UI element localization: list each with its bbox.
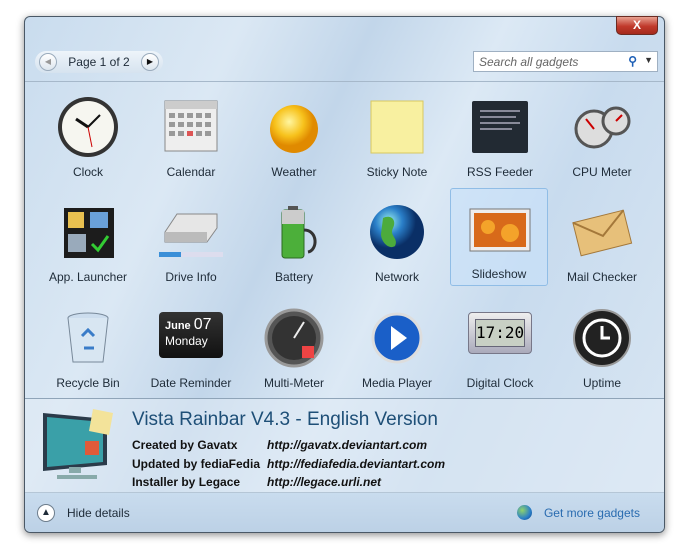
- gadget-drive-info[interactable]: Drive Info: [142, 192, 240, 290]
- search-placeholder: Search all gadgets: [479, 55, 579, 69]
- day-text: 07: [193, 316, 212, 333]
- gadget-label: Calendar: [166, 165, 216, 179]
- gadget-cpu-meter[interactable]: CPU Meter: [553, 87, 651, 185]
- credit-label: Installer by Legace: [132, 475, 241, 489]
- gadget-network[interactable]: Network: [348, 192, 446, 290]
- details-pane: Vista Rainbar V4.3 - English Version Cre…: [25, 398, 664, 494]
- credit-url: http://legace.urli.net: [267, 475, 382, 489]
- gadget-uptime[interactable]: Uptime: [553, 298, 651, 396]
- gadget-label: Media Player: [361, 376, 433, 390]
- credit-url: http://fediafedia.deviantart.com: [267, 457, 446, 471]
- chevron-up-icon: ▲: [37, 504, 55, 522]
- envelope-icon: [572, 209, 633, 257]
- gadget-grid: Clock Calendar Weather Sticky Note RSS F…: [25, 81, 664, 399]
- gadget-calendar[interactable]: Calendar: [142, 87, 240, 185]
- gadget-label: Network: [374, 270, 419, 284]
- weekday-text: Monday: [165, 334, 208, 348]
- multi-meter-icon: [264, 308, 324, 368]
- gadget-label: Digital Clock: [466, 376, 534, 390]
- sticky-note-icon: [370, 100, 424, 154]
- gadget-media-player[interactable]: Media Player: [348, 298, 446, 396]
- gadget-label: Battery: [274, 270, 313, 284]
- play-icon: [371, 312, 423, 364]
- month-text: June: [165, 320, 191, 332]
- get-more-gadgets-link[interactable]: Get more gadgets: [516, 505, 640, 520]
- search-input[interactable]: Search all gadgets ⚲ ▼: [473, 51, 658, 72]
- drive-icon: [159, 213, 223, 257]
- get-more-label: Get more gadgets: [543, 505, 640, 520]
- uptime-clock-icon: [573, 309, 631, 367]
- gadget-battery[interactable]: Battery: [245, 192, 343, 290]
- battery-icon: [281, 206, 317, 259]
- prev-page-button[interactable]: ◀: [39, 53, 57, 71]
- globe-icon: [516, 505, 532, 520]
- rss-icon: [472, 101, 528, 153]
- digital-time-text: 17:20: [475, 319, 525, 347]
- credit-url: http://gavatx.deviantart.com: [267, 438, 428, 452]
- close-button[interactable]: X: [616, 16, 658, 35]
- gadget-label: Multi-Meter: [263, 376, 324, 390]
- gadget-rss-feeder[interactable]: RSS Feeder: [451, 87, 549, 185]
- gadget-gallery-window: X ◀ Page 1 of 2 ▶ Search all gadgets ⚲ ▼…: [24, 16, 665, 533]
- gadget-label: Clock: [72, 165, 103, 179]
- monitor-icon: [43, 409, 113, 479]
- search-icon[interactable]: ⚲: [628, 54, 637, 68]
- gadget-digital-clock[interactable]: 17:20 Digital Clock: [451, 298, 549, 396]
- details-title: Vista Rainbar V4.3 - English Version: [132, 409, 438, 430]
- page-indicator: Page 1 of 2: [68, 55, 130, 69]
- gadget-slideshow[interactable]: Slideshow: [450, 188, 548, 286]
- cpu-meter-icon: [574, 106, 631, 149]
- hide-details-label: Hide details: [67, 506, 130, 520]
- gadget-label: Recycle Bin: [56, 376, 120, 390]
- gadget-label: Date Reminder: [150, 376, 232, 390]
- recycle-bin-icon: [67, 312, 109, 363]
- gadget-label: Sticky Note: [366, 165, 428, 179]
- pager: ◀ Page 1 of 2 ▶: [35, 51, 163, 73]
- gadget-label: Uptime: [582, 376, 621, 390]
- gadget-label: RSS Feeder: [466, 165, 534, 179]
- clock-icon: [58, 97, 118, 157]
- footer-bar: ▲ Hide details Get more gadgets: [25, 492, 664, 532]
- gadget-recycle-bin[interactable]: Recycle Bin: [39, 298, 137, 396]
- chevron-down-icon[interactable]: ▼: [644, 55, 653, 65]
- sun-icon: [270, 105, 318, 153]
- gadget-label: App. Launcher: [48, 270, 128, 284]
- gadget-date-reminder[interactable]: June 07 Monday Date Reminder: [142, 298, 240, 396]
- gadget-mail-checker[interactable]: Mail Checker: [553, 192, 651, 290]
- next-page-button[interactable]: ▶: [141, 53, 159, 71]
- gadget-label: Slideshow: [471, 267, 527, 281]
- gadget-multi-meter[interactable]: Multi-Meter: [245, 298, 343, 396]
- hide-details-button[interactable]: ▲ Hide details: [37, 504, 130, 522]
- gadget-weather[interactable]: Weather: [245, 87, 343, 185]
- gadget-label: Drive Info: [165, 270, 217, 284]
- gadget-clock[interactable]: Clock: [39, 87, 137, 185]
- date-reminder-icon: June 07 Monday: [159, 312, 223, 358]
- gadget-label: Weather: [271, 165, 317, 179]
- credit-label: Updated by fediaFedia: [132, 457, 261, 471]
- slideshow-icon: [469, 208, 531, 252]
- calendar-icon: [164, 100, 218, 152]
- credit-label: Created by Gavatx: [132, 438, 238, 452]
- digital-clock-icon: 17:20: [468, 312, 532, 354]
- globe-icon: [370, 205, 424, 259]
- gadget-sticky-note[interactable]: Sticky Note: [348, 87, 446, 185]
- app-launcher-icon: [64, 208, 114, 258]
- gadget-label: CPU Meter: [572, 165, 632, 179]
- gadget-label: Mail Checker: [566, 270, 638, 284]
- gadget-app-launcher[interactable]: App. Launcher: [39, 192, 137, 290]
